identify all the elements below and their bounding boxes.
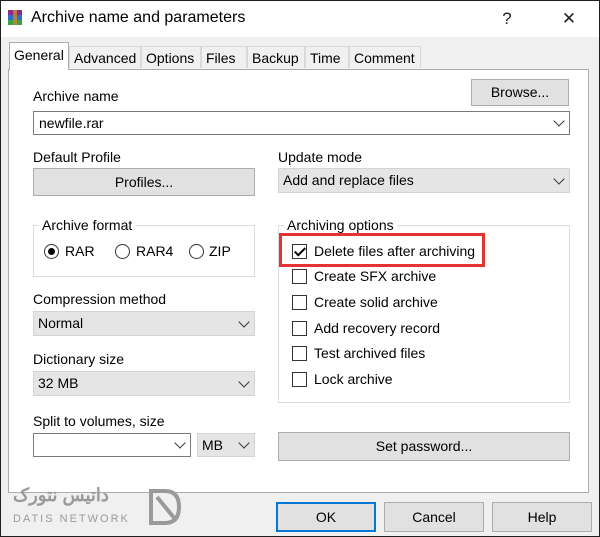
archive-name-label: Archive name <box>33 88 119 104</box>
chevron-down-icon[interactable] <box>238 437 250 449</box>
winrar-app-icon <box>8 10 22 25</box>
watermark-text-en: DATIS NETWORK <box>13 513 130 525</box>
red-highlight-box <box>279 233 485 267</box>
dictionary-size-value: 32 MB <box>38 375 79 391</box>
browse-button[interactable]: Browse... <box>471 79 569 106</box>
set-password-button[interactable]: Set password... <box>278 432 570 461</box>
chevron-down-icon[interactable] <box>553 172 565 185</box>
help-titlebar-button[interactable]: ? <box>487 1 527 37</box>
tab-options[interactable]: Options <box>141 46 201 68</box>
archiving-options-label: Archiving options <box>284 217 397 233</box>
archive-name-value: newfile.rar <box>39 115 104 131</box>
checkbox-lock-archive-label[interactable]: Lock archive <box>314 371 393 387</box>
tab-time[interactable]: Time <box>305 46 349 68</box>
update-mode-label: Update mode <box>278 149 363 165</box>
checkbox-create-solid-label[interactable]: Create solid archive <box>314 294 438 310</box>
chevron-down-icon[interactable] <box>174 437 186 449</box>
tab-bar: General Advanced Options Files Backup Ti… <box>1 37 599 71</box>
dictionary-size-label: Dictionary size <box>33 351 125 367</box>
chevron-down-icon[interactable] <box>238 315 250 328</box>
update-mode-value: Add and replace files <box>283 172 414 188</box>
radio-zip[interactable] <box>189 244 204 259</box>
chevron-down-icon[interactable] <box>238 375 250 388</box>
tab-comment[interactable]: Comment <box>349 46 421 68</box>
radio-zip-label[interactable]: ZIP <box>209 243 231 259</box>
cancel-button[interactable]: Cancel <box>384 502 484 532</box>
default-profile-label: Default Profile <box>33 149 121 165</box>
checkbox-create-sfx[interactable] <box>292 269 307 284</box>
radio-rar4[interactable] <box>115 244 130 259</box>
window-title: Archive name and parameters <box>31 9 246 26</box>
tab-files[interactable]: Files <box>201 46 247 68</box>
checkbox-test-files-label[interactable]: Test archived files <box>314 345 425 361</box>
split-volumes-label: Split to volumes, size <box>33 413 165 429</box>
checkbox-lock-archive[interactable] <box>292 372 307 387</box>
checkbox-create-sfx-label[interactable]: Create SFX archive <box>314 268 436 284</box>
compression-method-value: Normal <box>38 315 84 331</box>
dictionary-size-select[interactable]: 32 MB <box>33 371 255 396</box>
datis-logo-icon <box>149 489 182 525</box>
compression-method-select[interactable]: Normal <box>33 311 255 336</box>
radio-rar-label[interactable]: RAR <box>65 243 95 259</box>
checkbox-recovery-record[interactable] <box>292 321 307 336</box>
help-button[interactable]: Help <box>492 502 592 532</box>
split-unit-select[interactable]: MB <box>197 433 255 457</box>
tab-advanced[interactable]: Advanced <box>69 46 141 68</box>
archive-name-input[interactable]: newfile.rar <box>33 111 570 135</box>
checkbox-test-files[interactable] <box>292 346 307 361</box>
checkbox-create-solid[interactable] <box>292 295 307 310</box>
watermark-text-fa: داتیس نتورک <box>13 485 109 505</box>
compression-method-label: Compression method <box>33 291 167 307</box>
radio-rar4-label[interactable]: RAR4 <box>136 243 173 259</box>
split-volumes-input[interactable] <box>33 433 191 457</box>
chevron-down-icon[interactable] <box>553 115 565 127</box>
update-mode-select[interactable]: Add and replace files <box>278 168 570 193</box>
checkbox-recovery-record-label[interactable]: Add recovery record <box>314 320 440 336</box>
split-unit-value: MB <box>202 437 223 453</box>
profiles-button[interactable]: Profiles... <box>33 168 255 196</box>
archive-format-label: Archive format <box>39 217 136 233</box>
title-bar: Archive name and parameters ? ✕ <box>1 1 599 37</box>
dialog-window: Archive name and parameters ? ✕ General … <box>0 0 600 537</box>
ok-button[interactable]: OK <box>276 502 376 532</box>
tab-backup[interactable]: Backup <box>247 46 305 68</box>
datis-network-watermark: داتیس نتورک DATIS NETWORK <box>9 485 189 533</box>
radio-rar[interactable] <box>44 244 59 259</box>
tab-general[interactable]: General <box>9 42 69 70</box>
close-window-button[interactable]: ✕ <box>549 1 589 37</box>
